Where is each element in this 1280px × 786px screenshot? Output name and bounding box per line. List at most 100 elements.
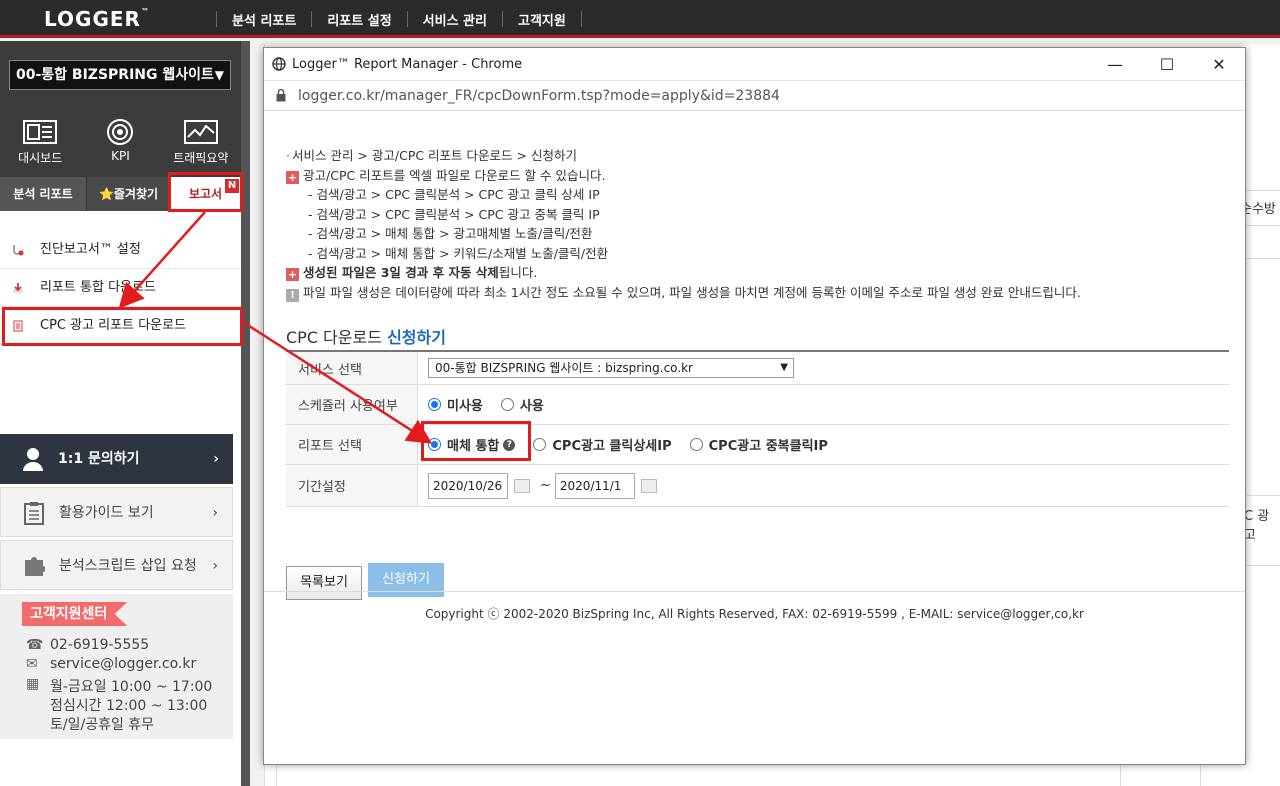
target-icon: [80, 119, 160, 145]
mail-icon: ✉: [26, 656, 38, 672]
dashboard-icon: [0, 119, 80, 145]
support-phone: 02-6919-5555: [50, 637, 150, 653]
top-nav: 분석 리포트 리포트 설정 서비스 관리 고객지원: [216, 0, 582, 38]
nav-service-management[interactable]: 서비스 관리: [408, 10, 502, 29]
support-center: 고객지원센터 ☎ 02-6919-5555 ✉ service@logger.c…: [0, 594, 233, 739]
info-line: ! 파일 파일 생성은 데이터량에 따라 최소 1시간 정도 소요될 수 있으며,…: [286, 283, 1226, 303]
chrome-popup-window: Logger™ Report Manager - Chrome — ☐ ✕ lo…: [263, 47, 1246, 765]
logo[interactable]: LOGGER™: [44, 7, 150, 31]
dashboard-shortcuts: 대시보드 KPI 트래픽요약: [0, 111, 241, 177]
info-sub-line: - 검색/광고 > CPC 클릭분석 > CPC 광고 클릭 상세 IP: [308, 187, 600, 202]
popup-content: · 서비스 관리 > 광고/CPC 리포트 다운로드 > 신청하기 + 광고/CPC…: [286, 146, 1229, 600]
chevron-right-icon: ›: [212, 505, 218, 521]
maximize-icon[interactable]: ☐: [1141, 48, 1193, 81]
form-row-service: 서비스 선택 00-통합 BIZSPRING 웹사이트 : bizspring.…: [286, 352, 1229, 385]
menu-item-label: 진단보고서™ 설정: [40, 242, 141, 257]
info-line: + 광고/CPC 리포트를 엑셀 파일로 다운로드 할 수 있습니다.: [286, 167, 606, 184]
user-icon: [23, 448, 43, 471]
top-bar: LOGGER™ 분석 리포트 리포트 설정 서비스 관리 고객지원: [0, 0, 1280, 38]
inquiry-button[interactable]: 1:1 문의하기 ›: [0, 434, 233, 484]
nav-customer-support[interactable]: 고객지원: [503, 10, 581, 29]
footer-divider: [264, 591, 1245, 592]
sidebar: 00-통합 BIZSPRING 웹사이트 ▼ 대시보드 KPI 트래픽요약 분석…: [0, 41, 241, 786]
shortcut-label: 대시보드: [18, 151, 63, 165]
sidebar-divider: [241, 41, 250, 786]
breadcrumb: · 서비스 관리 > 광고/CPC 리포트 다운로드 > 신청하기: [286, 148, 577, 163]
background-cell: C 광고: [1244, 509, 1270, 543]
scheduler-used-radio[interactable]: 사용: [500, 395, 544, 414]
calendar-icon: ▦: [26, 676, 40, 692]
menu-item-integrated-download[interactable]: 리포트 통합 다운로드: [0, 269, 241, 307]
close-icon[interactable]: ✕: [1193, 48, 1245, 81]
nav-analysis-report[interactable]: 분석 리포트: [217, 10, 311, 29]
support-email[interactable]: service@logger.co.kr: [50, 656, 196, 672]
date-to-input[interactable]: 2020/11/1: [554, 472, 635, 499]
menu-item-diagnostic-settings[interactable]: 진단보고서™ 설정: [0, 231, 241, 269]
guide-button[interactable]: 활용가이드 보기 ›: [0, 487, 233, 537]
url-text: logger.co.kr/manager_FR/cpcDownForm.tsp?…: [298, 88, 780, 104]
plus-icon: +: [286, 268, 299, 281]
window-title: Logger™ Report Manager - Chrome: [292, 57, 523, 72]
minimize-icon[interactable]: —: [1089, 48, 1141, 81]
chevron-right-icon: ›: [213, 451, 219, 467]
support-hours-holiday: 토/일/공휴일 휴무: [50, 717, 155, 733]
notice-icon: !: [286, 288, 299, 302]
section-title: CPC 다운로드 신청하기: [286, 328, 446, 347]
highlight-box-cpc-menu: [2, 307, 243, 346]
info-sub-line: - 검색/광고 > 매체 통합 > 광고매체별 노출/클릭/전환: [308, 226, 593, 241]
plus-icon: +: [286, 170, 299, 184]
info-sub-line: - 검색/광고 > 매체 통합 > 키워드/소재별 노출/클릭/전환: [308, 245, 609, 261]
shortcut-kpi[interactable]: KPI: [80, 111, 160, 177]
support-title: 고객지원센터: [22, 602, 128, 626]
highlight-box-media-radio: [421, 421, 531, 461]
menu-item-label: 리포트 통합 다운로드: [40, 280, 156, 295]
list-button[interactable]: 목록보기: [286, 566, 362, 600]
support-hours-weekday: 월-금요일 10:00 ~ 17:00: [50, 679, 213, 695]
address-bar[interactable]: logger.co.kr/manager_FR/cpcDownForm.tsp?…: [264, 81, 1245, 111]
window-titlebar[interactable]: Logger™ Report Manager - Chrome — ☐ ✕: [264, 48, 1245, 81]
diagnostic-icon: [13, 245, 24, 256]
tab-favorites[interactable]: ⭐즐겨찾기: [86, 177, 170, 211]
sidebar-header: 00-통합 BIZSPRING 웹사이트 ▼ 대시보드 KPI 트래픽요약: [0, 41, 241, 180]
chevron-down-icon: ▼: [780, 362, 788, 373]
form-label: 리포트 선택: [286, 425, 418, 464]
support-hours-lunch: 점심시간 12:00 ~ 13:00: [50, 698, 208, 714]
form-label: 서비스 선택: [286, 352, 418, 384]
shortcut-traffic[interactable]: 트래픽요약: [161, 111, 241, 177]
form-label: 스케쥴러 사용여부: [286, 385, 418, 424]
form-row-scheduler: 스케쥴러 사용여부 미사용 사용: [286, 385, 1229, 425]
chevron-right-icon: ›: [212, 558, 218, 574]
calendar-icon[interactable]: [514, 478, 530, 493]
radio-checked-icon: [428, 398, 441, 411]
traffic-chart-icon: [161, 119, 241, 145]
radio-unchecked-icon: [533, 438, 547, 451]
phone-icon: ☎: [26, 637, 44, 653]
shortcut-dashboard[interactable]: 대시보드: [0, 111, 80, 177]
calendar-icon[interactable]: [640, 478, 657, 493]
radio-unchecked-icon: [500, 398, 514, 411]
logo-text: LOGGER: [44, 7, 141, 31]
radio-unchecked-icon: [689, 438, 703, 451]
info-line: + 생성된 파일은 3일 경과 후 자동 삭제됩니다.: [286, 265, 538, 281]
tab-analysis-report[interactable]: 분석 리포트: [0, 177, 86, 211]
puzzle-icon: [25, 557, 45, 576]
date-from-input[interactable]: 2020/10/26: [428, 472, 508, 499]
report-cpc-click-detail-radio[interactable]: CPC광고 클릭상세IP: [533, 435, 672, 454]
date-range-separator: ~: [540, 478, 551, 493]
site-select[interactable]: 00-통합 BIZSPRING 웹사이트 ▼: [9, 60, 231, 90]
inquiry-label: 1:1 문의하기: [58, 451, 140, 467]
form-label: 기간설정: [286, 465, 418, 506]
report-cpc-duplicate-click-radio[interactable]: CPC광고 중복클릭IP: [689, 435, 828, 454]
service-select[interactable]: 00-통합 BIZSPRING 웹사이트 : bizspring.co.kr ▼: [428, 358, 794, 378]
copyright-footer: Copyright ⓒ 2002-2020 BizSpring Inc, All…: [425, 607, 1084, 621]
clipboard-icon: [24, 502, 44, 525]
nav-report-settings[interactable]: 리포트 설정: [312, 10, 406, 29]
chevron-down-icon: ▼: [214, 68, 224, 82]
logo-tm: ™: [140, 7, 150, 16]
info-sub-line: - 검색/광고 > CPC 클릭분석 > CPC 광고 중복 클릭 IP: [308, 206, 600, 222]
scheduler-unused-radio[interactable]: 미사용: [428, 395, 483, 414]
download-icon: [13, 283, 23, 294]
shortcut-label: KPI: [111, 149, 130, 163]
site-select-value: 00-통합 BIZSPRING 웹사이트: [16, 67, 214, 83]
script-request-button[interactable]: 분석스크립트 삽입 요청 ›: [0, 540, 233, 590]
